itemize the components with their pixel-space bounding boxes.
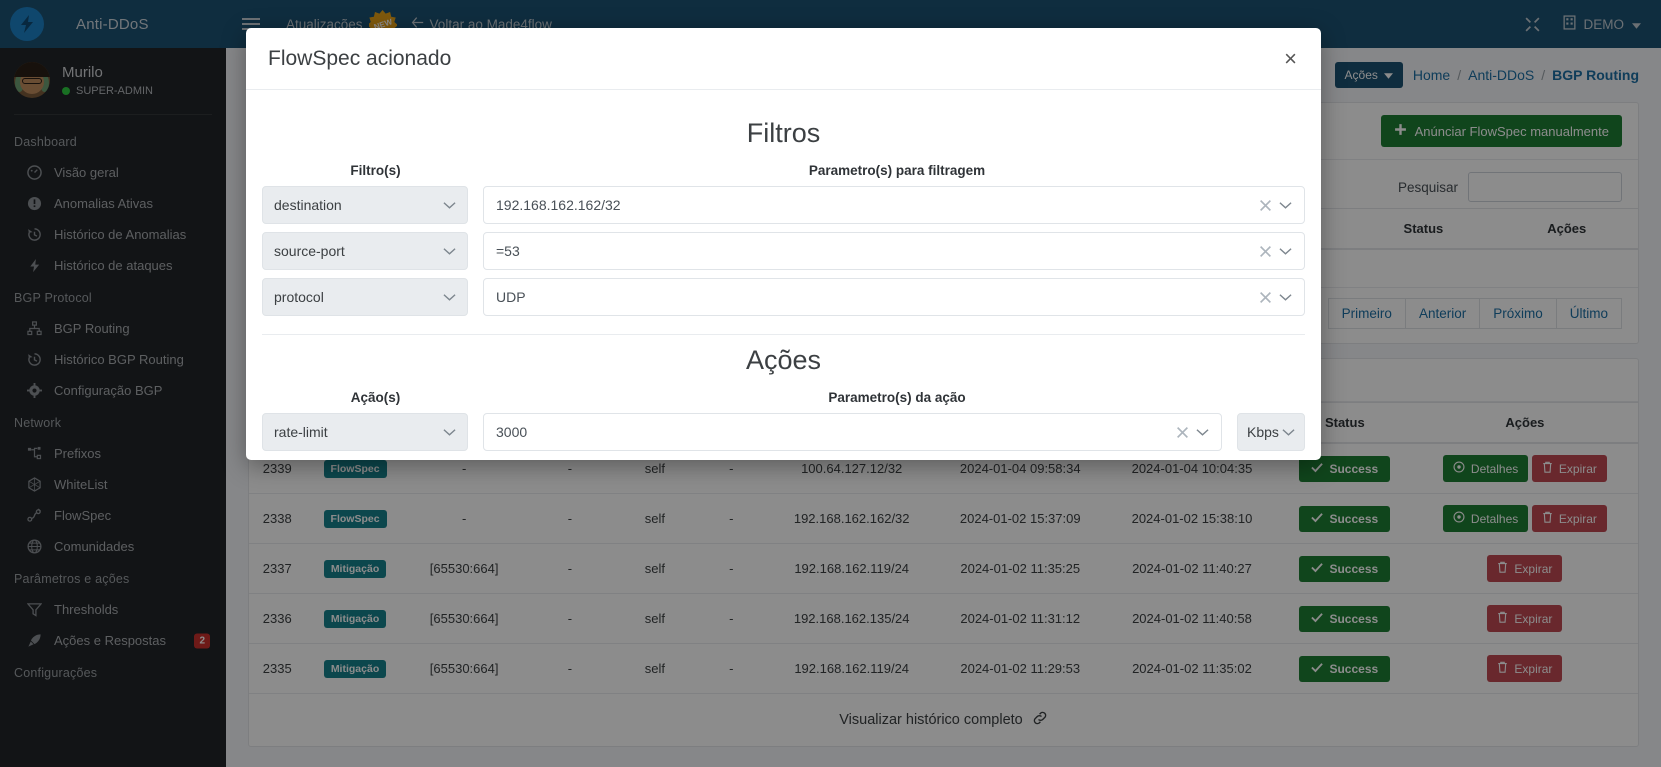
clear-x-icon[interactable] [1252,245,1279,258]
actions-col-right-label: Parametro(s) da ação [828,390,966,405]
action-unit-select[interactable]: Kbps [1237,413,1305,451]
filter-param-value: 192.168.162.162/32 [496,197,621,213]
modal-section-divider [262,334,1305,335]
app-root: Anti-DDoS Murilo SUPER-ADMIN Dashboard Vi… [0,0,1661,767]
filter-param-value: UDP [496,289,526,305]
action-param-value: 3000 [496,424,528,440]
action-type-value: rate-limit [274,424,328,440]
action-row: rate-limit 3000 Kbps [262,413,1305,451]
action-param-input[interactable]: 3000 [483,413,1222,451]
filter-type-value: source-port [274,243,345,259]
chevron-down-icon [443,247,456,256]
filter-param-input[interactable]: =53 [483,232,1305,270]
chevron-down-icon [443,428,456,437]
close-icon[interactable]: × [1282,47,1299,70]
filter-rows: destination 192.168.162.162/32 source-port… [262,186,1305,316]
filter-row: destination 192.168.162.162/32 [262,186,1305,224]
chevron-down-icon [443,293,456,302]
flowspec-modal: FlowSpec acionado × Filtros Filtro(s) Pa… [246,28,1321,460]
clear-x-icon[interactable] [1252,199,1279,212]
filter-row: protocol UDP [262,278,1305,316]
filters-col-right-label: Parametro(s) para filtragem [808,163,986,178]
filters-section-title: Filtros [746,118,821,148]
filter-type-select[interactable]: destination [262,186,468,224]
actions-column-headers: Ação(s) Parametro(s) da ação [262,390,1305,405]
clear-x-icon[interactable] [1169,426,1196,439]
modal-body: Filtros Filtro(s) Parametro(s) para filt… [246,90,1321,451]
filter-type-value: destination [274,197,342,213]
filters-col-left-label: Filtro(s) [350,163,401,178]
filter-type-value: protocol [274,289,324,305]
modal-title: FlowSpec acionado [268,46,452,70]
clear-x-icon[interactable] [1252,291,1279,304]
action-type-select[interactable]: rate-limit [262,413,468,451]
chevron-down-icon[interactable] [1279,293,1296,302]
chevron-down-icon[interactable] [1196,428,1213,437]
actions-col-left-label: Ação(s) [350,390,401,405]
action-unit-value: Kbps [1247,424,1279,440]
modal-header: FlowSpec acionado × [246,28,1321,90]
filter-param-value: =53 [496,243,520,259]
chevron-down-icon[interactable] [1279,201,1296,210]
filter-type-select[interactable]: protocol [262,278,468,316]
chevron-down-icon [443,201,456,210]
filter-param-input[interactable]: 192.168.162.162/32 [483,186,1305,224]
action-rows: rate-limit 3000 Kbps [262,413,1305,451]
chevron-down-icon[interactable] [1279,247,1296,256]
actions-section-title: Ações [745,345,822,375]
chevron-down-icon [1282,428,1295,437]
filters-column-headers: Filtro(s) Parametro(s) para filtragem [262,163,1305,178]
filter-param-input[interactable]: UDP [483,278,1305,316]
filter-type-select[interactable]: source-port [262,232,468,270]
filter-row: source-port =53 [262,232,1305,270]
